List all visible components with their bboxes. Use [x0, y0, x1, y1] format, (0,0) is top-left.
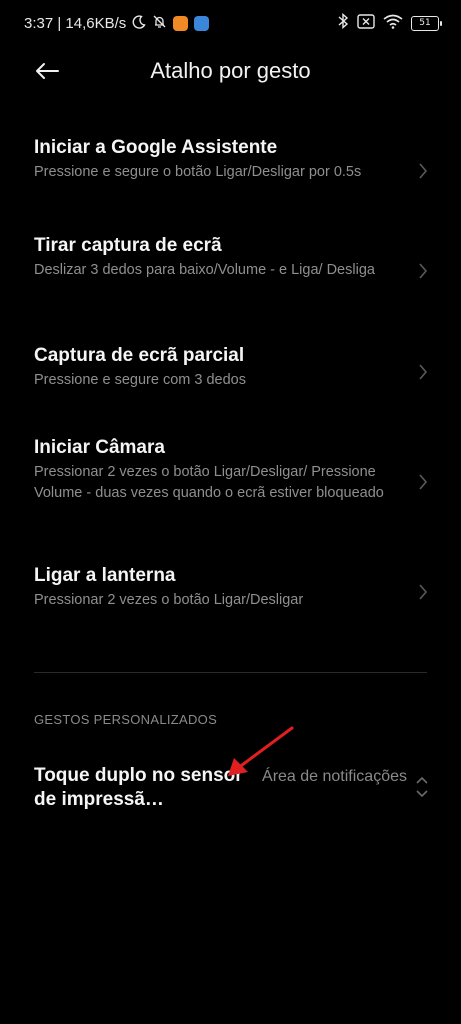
item-desc: Pressionar 2 vezes o botão Ligar/Desliga…: [34, 592, 304, 608]
section-header: GESTOS PERSONALIZADOS: [34, 712, 218, 727]
list-item-camera[interactable]: Iniciar Câmara Pressionar 2 vezes o botã…: [0, 418, 461, 546]
list-item-partial-screenshot[interactable]: Captura de ecrã parcial Pressione e segu…: [0, 326, 461, 418]
status-left: 3:37 | 14,6KB/s: [24, 14, 210, 33]
chevron-right-icon: [419, 163, 428, 179]
item-desc: Pressione e segure com 3 dedos: [34, 372, 246, 388]
chevron-right-icon: [419, 263, 428, 279]
app-icon-orange: [173, 16, 189, 31]
item-title: Iniciar a Google Assistente: [34, 137, 278, 158]
annotation-arrow-icon: [228, 726, 294, 776]
status-time-speed: 3:37 | 14,6KB/s: [24, 15, 127, 32]
page-title: Atalho por gesto: [150, 58, 311, 83]
chevron-right-icon: [419, 364, 428, 380]
chevron-up-down-icon: [416, 776, 428, 798]
sim-x-icon: [357, 13, 375, 34]
app-icon-blue: [194, 16, 210, 31]
status-right: 51: [338, 12, 442, 34]
notifications-off-icon: [152, 14, 167, 33]
list-item-google-assistant[interactable]: Iniciar a Google Assistente Pressione e …: [0, 126, 461, 216]
item-title: Iniciar Câmara: [34, 437, 165, 458]
item-desc: Deslizar 3 dedos para baixo/Volume - e L…: [34, 262, 375, 278]
item-desc: Pressione e segure o botão Ligar/Desliga…: [34, 164, 362, 180]
bluetooth-icon: [338, 12, 349, 34]
list-item-flashlight[interactable]: Ligar a lanterna Pressionar 2 vezes o bo…: [0, 546, 461, 638]
battery-icon: 51: [411, 16, 442, 31]
moon-icon: [132, 14, 146, 33]
gesture-list: Iniciar a Google Assistente Pressione e …: [0, 126, 461, 638]
wifi-icon: [383, 14, 403, 34]
list-item-screenshot[interactable]: Tirar captura de ecrã Deslizar 3 dedos p…: [0, 216, 461, 326]
item-title: Tirar captura de ecrã: [34, 235, 222, 256]
status-bar: 3:37 | 14,6KB/s 51: [0, 0, 461, 46]
item-desc: Pressionar 2 vezes o botão Ligar/Desliga…: [34, 464, 384, 501]
header: Atalho por gesto: [0, 52, 461, 92]
chevron-right-icon: [419, 584, 428, 600]
item-title: Captura de ecrã parcial: [34, 345, 245, 366]
screen: 3:37 | 14,6KB/s 51 Atalho por gesto Inic…: [0, 0, 461, 1024]
item-title: Ligar a lanterna: [34, 565, 176, 586]
chevron-right-icon: [419, 474, 428, 490]
divider: [34, 672, 427, 673]
